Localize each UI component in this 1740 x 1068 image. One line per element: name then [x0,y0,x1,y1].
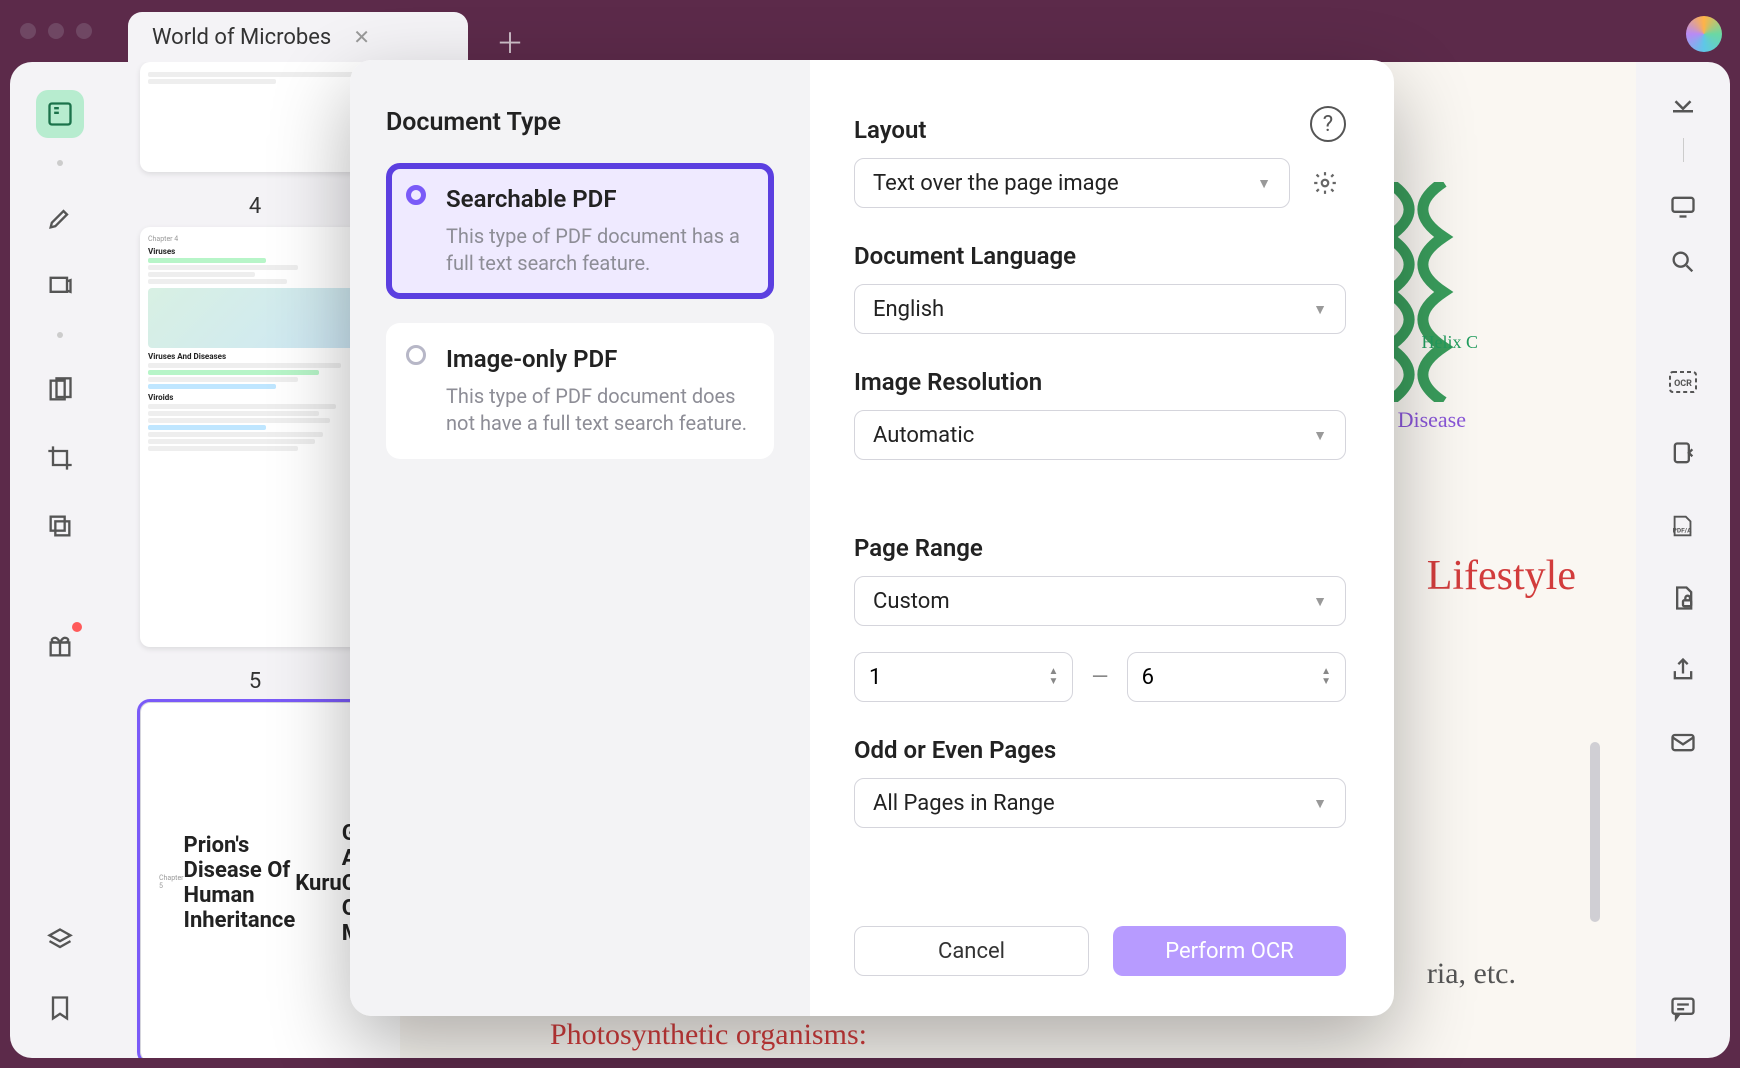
ocr-tool[interactable]: OCR [1659,358,1707,406]
input-value: 6 [1142,665,1154,690]
page-thumbnail[interactable]: Chapter 4 Viruses Viruses And Diseases V… [140,227,370,647]
option-image-only-pdf[interactable]: Image-only PDF This type of PDF document… [386,323,774,459]
option-description: This type of PDF document does not have … [446,383,752,437]
search-tool[interactable] [1659,238,1707,286]
gear-icon [1312,170,1338,196]
perform-ocr-button[interactable]: Perform OCR [1113,926,1346,976]
layout-select[interactable]: Text over the page image ▼ [854,158,1290,208]
secure-tool[interactable] [1659,574,1707,622]
tab-bar: World of Microbes ✕ ＋ [128,0,524,62]
highlighter-tool[interactable] [36,194,84,242]
field-label: Document Language [854,242,1346,270]
window-chrome: World of Microbes ✕ ＋ [0,0,1740,62]
right-toolbar: OCR PDF/A [1636,62,1730,1058]
page-range-select[interactable]: Custom ▼ [854,576,1346,626]
field-label: Page Range [854,534,1346,562]
dialog-left-panel: Document Type Searchable PDF This type o… [350,60,810,1016]
select-value: Automatic [873,423,974,448]
select-value: Text over the page image [873,171,1119,196]
annotate-tool[interactable] [36,262,84,310]
select-value: English [873,297,944,322]
svg-text:OCR: OCR [1674,379,1692,389]
language-select[interactable]: English ▼ [854,284,1346,334]
app-logo [1686,16,1722,52]
canvas-handwriting: Lifestyle [1427,552,1576,600]
option-title: Searchable PDF [446,185,752,213]
option-description: This type of PDF document has a full tex… [446,223,752,277]
dialog-right-panel: ? Layout Text over the page image ▼ Docu… [810,60,1394,1016]
rotate-tool[interactable] [1659,430,1707,478]
page-to-input[interactable]: 6 ▲▼ [1127,652,1346,702]
comment-tool[interactable] [1659,984,1707,1032]
stepper-arrows[interactable]: ▲▼ [1321,667,1331,687]
tab-title: World of Microbes [152,25,331,50]
select-value: All Pages in Range [873,791,1055,816]
chevron-down-icon: ▼ [1313,301,1327,318]
pdfa-tool[interactable]: PDF/A [1659,502,1707,550]
bookmark-tool[interactable] [36,984,84,1032]
canvas-handwriting: ria, etc. [1427,957,1516,991]
chevron-down-icon: ▼ [1313,593,1327,610]
layout-settings-button[interactable] [1304,162,1346,204]
separator [1683,138,1684,162]
canvas-label: Helix C [1422,332,1479,353]
stepper-arrows[interactable]: ▲▼ [1049,667,1059,687]
chevron-down-icon: ▼ [1313,427,1327,444]
traffic-close[interactable] [20,23,36,39]
gift-tool[interactable] [36,622,84,670]
section-title: Document Type [386,108,774,137]
svg-text:PDF/A: PDF/A [1673,527,1692,535]
thumbnails-tool[interactable] [36,90,84,138]
radio-icon [406,345,426,365]
layers-tool[interactable] [36,916,84,964]
range-dash: — [1091,665,1108,690]
input-value: 1 [869,665,881,690]
chevron-down-icon: ▼ [1257,175,1271,192]
canvas-handwriting: Photosynthetic organisms: [550,1018,867,1052]
pages-tool[interactable] [36,502,84,550]
select-value: Custom [873,589,950,614]
chevron-down-icon[interactable] [1668,90,1698,120]
resolution-select[interactable]: Automatic ▼ [854,410,1346,460]
text-tool[interactable] [36,366,84,414]
share-tool[interactable] [1659,646,1707,694]
page-from-input[interactable]: 1 ▲▼ [854,652,1073,702]
radio-icon [406,185,426,205]
divider-dot [57,332,63,338]
tab-document[interactable]: World of Microbes ✕ [128,12,468,62]
option-searchable-pdf[interactable]: Searchable PDF This type of PDF document… [386,163,774,299]
cancel-button[interactable]: Cancel [854,926,1089,976]
divider-dot [57,160,63,166]
option-title: Image-only PDF [446,345,752,373]
traffic-zoom[interactable] [76,23,92,39]
page-thumbnail[interactable] [140,62,370,172]
field-label: Image Resolution [854,368,1346,396]
mail-tool[interactable] [1659,718,1707,766]
traffic-minimize[interactable] [48,23,64,39]
help-button[interactable]: ? [1310,106,1346,142]
crop-tool[interactable] [36,434,84,482]
present-tool[interactable] [1659,182,1707,230]
field-label: Layout [854,116,1346,144]
scrollbar[interactable] [1590,742,1600,922]
traffic-lights [20,23,92,39]
left-toolbar [10,62,110,1058]
ocr-dialog: Document Type Searchable PDF This type o… [350,60,1394,1016]
field-label: Odd or Even Pages [854,736,1346,764]
close-icon[interactable]: ✕ [353,25,370,49]
chevron-down-icon: ▼ [1313,795,1327,812]
add-tab-button[interactable]: ＋ [496,22,524,62]
odd-even-select[interactable]: All Pages in Range ▼ [854,778,1346,828]
